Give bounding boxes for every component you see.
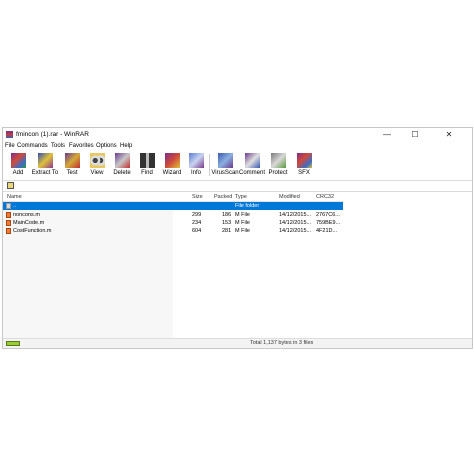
sfx-label: SFX	[298, 170, 310, 176]
menu-options[interactable]: Options	[96, 143, 117, 149]
winrar-window: fmincon (1).rar - WinRAR — ☐ ✕ File Comm…	[2, 127, 473, 349]
toolbar: Add Extract To Test View Delete Find Wiz…	[3, 152, 472, 179]
menu-commands[interactable]: Commands	[17, 143, 48, 149]
up-folder-icon[interactable]	[7, 182, 14, 189]
row-modified: 14/12/2015...	[279, 220, 312, 226]
menu-favorites[interactable]: Favorites	[69, 143, 94, 149]
comment-button[interactable]: Comment	[239, 152, 265, 179]
info-button[interactable]: Info	[184, 152, 208, 179]
minimize-button[interactable]: —	[373, 128, 401, 141]
row-crc: 759BE9...	[316, 220, 341, 226]
matlab-file-icon	[6, 228, 11, 234]
find-icon	[140, 153, 155, 168]
column-name[interactable]: Name	[7, 194, 22, 200]
table-row[interactable]: noncons.m 299 186 M File 14/12/2015... 2…	[3, 211, 343, 219]
info-icon	[189, 153, 204, 168]
row-modified: 14/12/2015...	[279, 228, 312, 234]
row-name: MainCode.m	[13, 220, 45, 226]
row-name: noncons.m	[13, 212, 40, 218]
row-name: ..	[13, 203, 17, 209]
delete-icon	[115, 153, 130, 168]
status-text: Total 1,137 bytes in 3 files	[250, 340, 314, 346]
column-size[interactable]: Size	[192, 194, 203, 200]
extract-icon	[38, 153, 53, 168]
file-list: Name Size Packed Type Modified CRC32 .. …	[3, 192, 472, 340]
row-crc: 4F21D...	[316, 228, 338, 234]
close-button[interactable]: ✕	[435, 128, 463, 141]
sfx-icon	[297, 153, 312, 168]
row-type: M File	[235, 220, 250, 226]
add-icon	[11, 153, 26, 168]
add-button[interactable]: Add	[6, 152, 30, 179]
info-label: Info	[190, 170, 201, 176]
row-modified: 14/12/2015...	[279, 212, 312, 218]
row-size: 604	[192, 228, 202, 234]
menu-bar: File Commands Tools Favorites Options He…	[3, 142, 472, 151]
row-type: File folder	[235, 203, 260, 209]
row-size: 234	[192, 220, 202, 226]
column-type[interactable]: Type	[235, 194, 247, 200]
status-bar: Total 1,137 bytes in 3 files	[3, 338, 472, 348]
sfx-button[interactable]: SFX	[292, 152, 316, 179]
matlab-file-icon	[6, 212, 11, 218]
virusscan-button[interactable]: VirusScan	[211, 152, 239, 179]
table-row[interactable]: MainCode.m 234 153 M File 14/12/2015... …	[3, 219, 343, 227]
row-name: CostFunction.m	[13, 228, 52, 234]
window-title: fmincon (1).rar - WinRAR	[16, 131, 89, 138]
table-row[interactable]: CostFunction.m 604 281 M File 14/12/2015…	[3, 227, 343, 235]
row-packed: 281	[222, 228, 232, 234]
row-type: M File	[235, 212, 250, 218]
column-modified[interactable]: Modified	[279, 194, 300, 200]
test-icon	[65, 153, 80, 168]
view-icon	[90, 153, 105, 168]
list-header: Name Size Packed Type Modified CRC32	[3, 192, 343, 202]
wizard-icon	[165, 153, 180, 168]
path-bar[interactable]	[3, 180, 472, 192]
maximize-button[interactable]: ☐	[401, 128, 429, 141]
row-packed: 186	[222, 212, 232, 218]
winrar-logo-icon	[6, 131, 13, 138]
row-type: M File	[235, 228, 250, 234]
drive-status-icon[interactable]	[6, 341, 20, 346]
column-crc32[interactable]: CRC32	[316, 194, 334, 200]
menu-file[interactable]: File	[5, 143, 15, 149]
menu-help[interactable]: Help	[120, 143, 132, 149]
title-bar[interactable]: fmincon (1).rar - WinRAR — ☐ ✕	[3, 128, 472, 141]
column-packed[interactable]: Packed	[214, 194, 232, 200]
protect-icon	[271, 153, 286, 168]
protect-button[interactable]: Protect	[266, 152, 290, 179]
matlab-file-icon	[6, 220, 11, 226]
folder-icon	[6, 203, 11, 209]
comment-icon	[245, 153, 260, 168]
menu-tools[interactable]: Tools	[51, 143, 65, 149]
row-size: 299	[192, 212, 202, 218]
row-crc: 2767C6...	[316, 212, 340, 218]
extract-to-button[interactable]: Extract To	[32, 152, 58, 179]
table-row[interactable]: .. File folder	[3, 202, 343, 210]
row-packed: 153	[222, 220, 232, 226]
virusscan-icon	[218, 153, 233, 168]
